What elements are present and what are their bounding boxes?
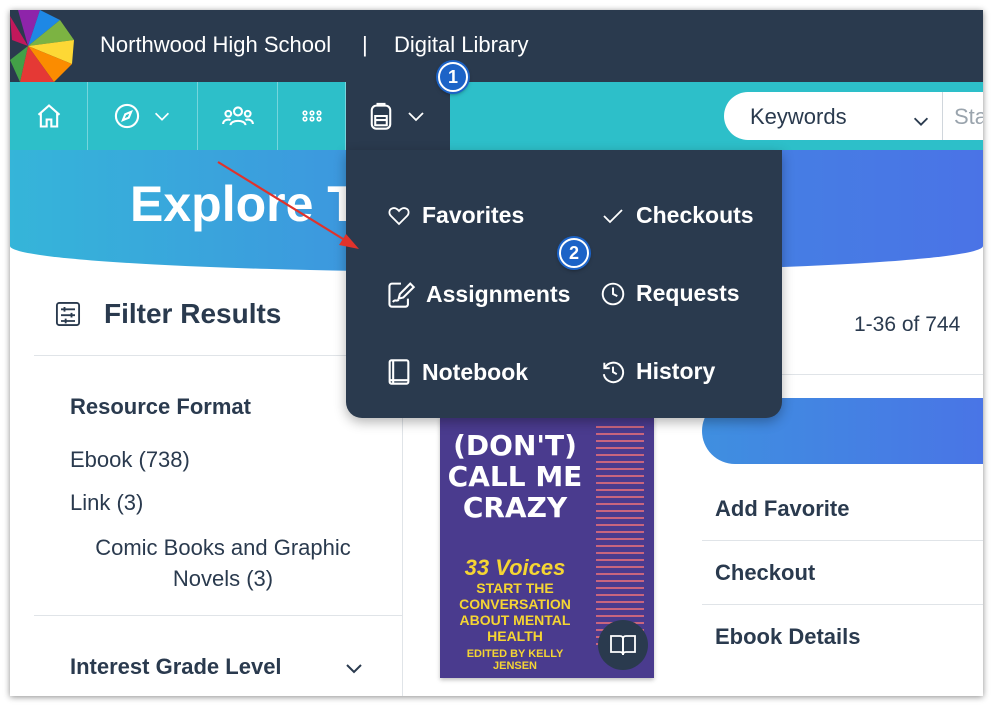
annotation-arrow-icon: [217, 161, 359, 249]
step-badge-2: 2: [559, 238, 589, 268]
screenshot-frame: Northwood High School | Digital Library …: [10, 10, 983, 696]
step-badge-1: 1: [438, 62, 468, 92]
